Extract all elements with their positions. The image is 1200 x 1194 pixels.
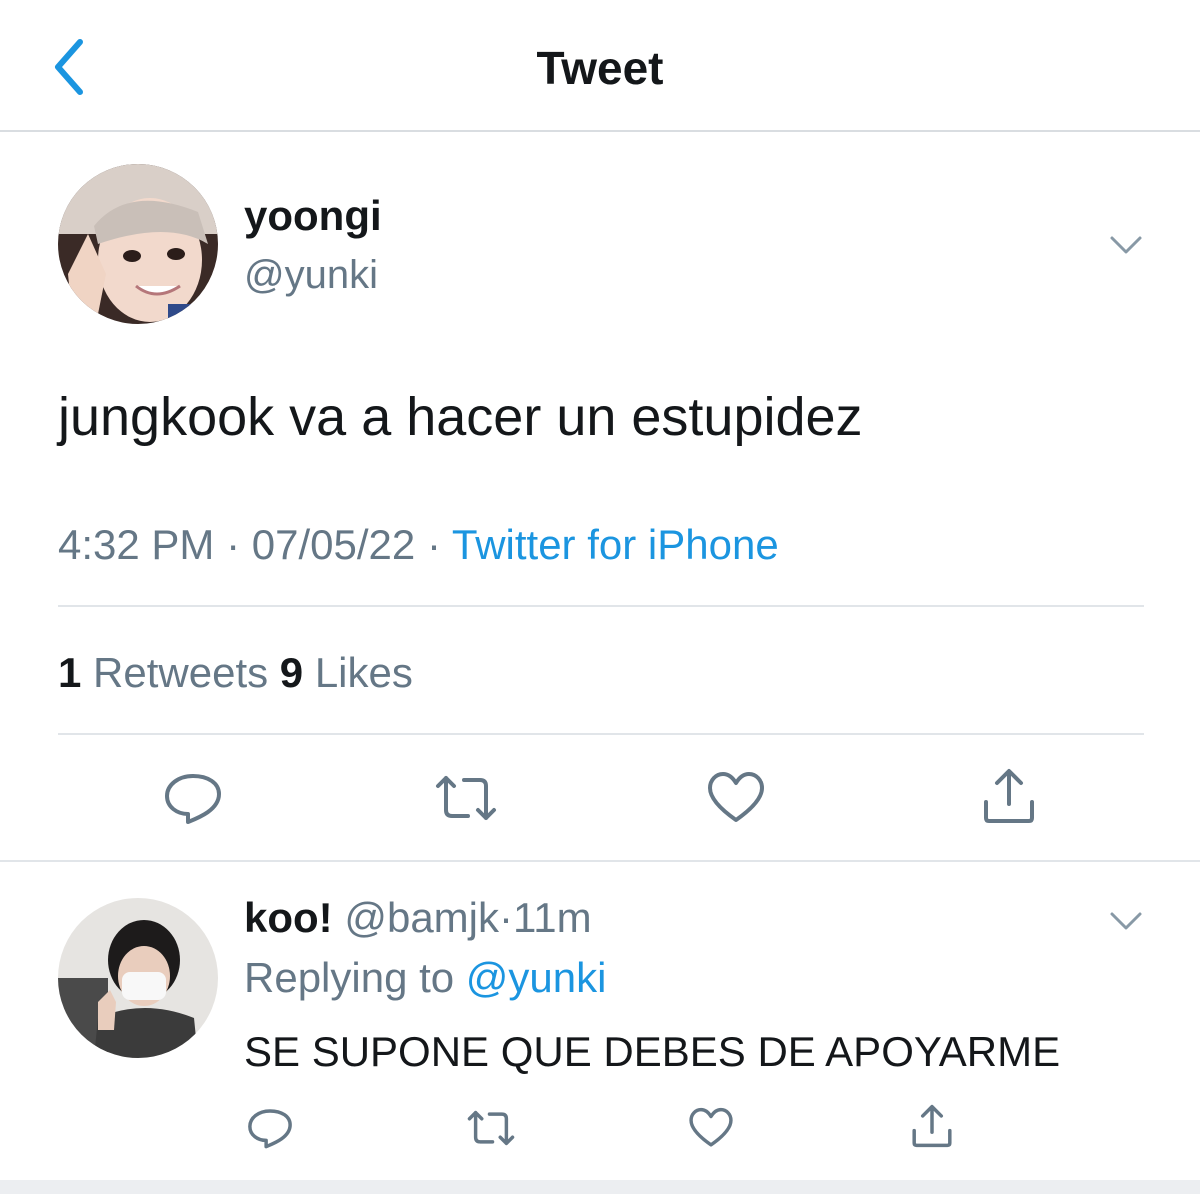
divider (58, 733, 1144, 735)
reply-button[interactable] (162, 770, 224, 831)
tweet-time: 4:32 PM (58, 521, 215, 568)
page-title: Tweet (536, 42, 664, 94)
share-icon (912, 1104, 952, 1148)
more-options-button[interactable] (1106, 228, 1146, 260)
retweets-label[interactable]: Retweets (93, 649, 268, 696)
tweet-meta: 4:32 PM · 07/05/22 · Twitter for iPhone (58, 518, 779, 572)
meta-separator: · (499, 894, 513, 941)
divider (58, 605, 1144, 607)
like-button[interactable] (688, 1106, 734, 1155)
avatar[interactable] (58, 164, 218, 324)
meta-separator: · (226, 521, 241, 568)
reply-avatar[interactable] (58, 898, 218, 1058)
tweet-text: jungkook va a hacer un estupidez (58, 387, 863, 447)
chevron-down-icon (1110, 236, 1142, 254)
display-name[interactable]: yoongi (244, 190, 382, 242)
reply-text: SE SUPONE QUE DEBES DE APOYARME (244, 1028, 1061, 1075)
replying-label: Replying to (244, 954, 455, 1001)
retweets-count[interactable]: 1 (58, 649, 81, 696)
tweet-source-link[interactable]: Twitter for iPhone (452, 521, 779, 568)
retweet-icon (467, 1110, 515, 1146)
tweet-date: 07/05/22 (251, 521, 416, 568)
reply-handle[interactable]: @bamjk (344, 894, 499, 941)
user-handle[interactable]: @yunki (244, 250, 378, 300)
reply-more-options-button[interactable] (1106, 904, 1146, 936)
reply-header: koo! @bamjk·11m (244, 892, 592, 944)
reply-icon (248, 1109, 292, 1149)
likes-label[interactable]: Likes (315, 649, 413, 696)
divider (0, 860, 1200, 862)
bottom-separator (0, 1180, 1200, 1194)
like-icon (708, 772, 764, 822)
reply-display-name[interactable]: koo! (244, 894, 333, 941)
chevron-down-icon (1110, 912, 1142, 930)
reply-time: 11m (513, 894, 592, 941)
profile-photo (58, 164, 218, 324)
tweet-stats: 1 Retweets 9 Likes (58, 646, 413, 700)
share-icon (984, 769, 1034, 823)
reply-button[interactable] (246, 1106, 294, 1155)
share-button[interactable] (978, 766, 1040, 831)
like-icon (689, 1107, 733, 1147)
meta-separator: · (426, 521, 441, 568)
like-button[interactable] (706, 770, 766, 831)
replying-to: Replying to @yunki (244, 952, 606, 1004)
retweet-icon (436, 776, 496, 820)
profile-photo (58, 898, 218, 1058)
share-button[interactable] (908, 1102, 956, 1155)
likes-count[interactable]: 9 (280, 649, 303, 696)
retweet-button[interactable] (466, 1108, 516, 1153)
retweet-button[interactable] (434, 772, 498, 829)
reply-icon (165, 774, 221, 824)
nav-bar: Tweet (0, 0, 1200, 132)
replying-mention-link[interactable]: @yunki (466, 954, 607, 1001)
